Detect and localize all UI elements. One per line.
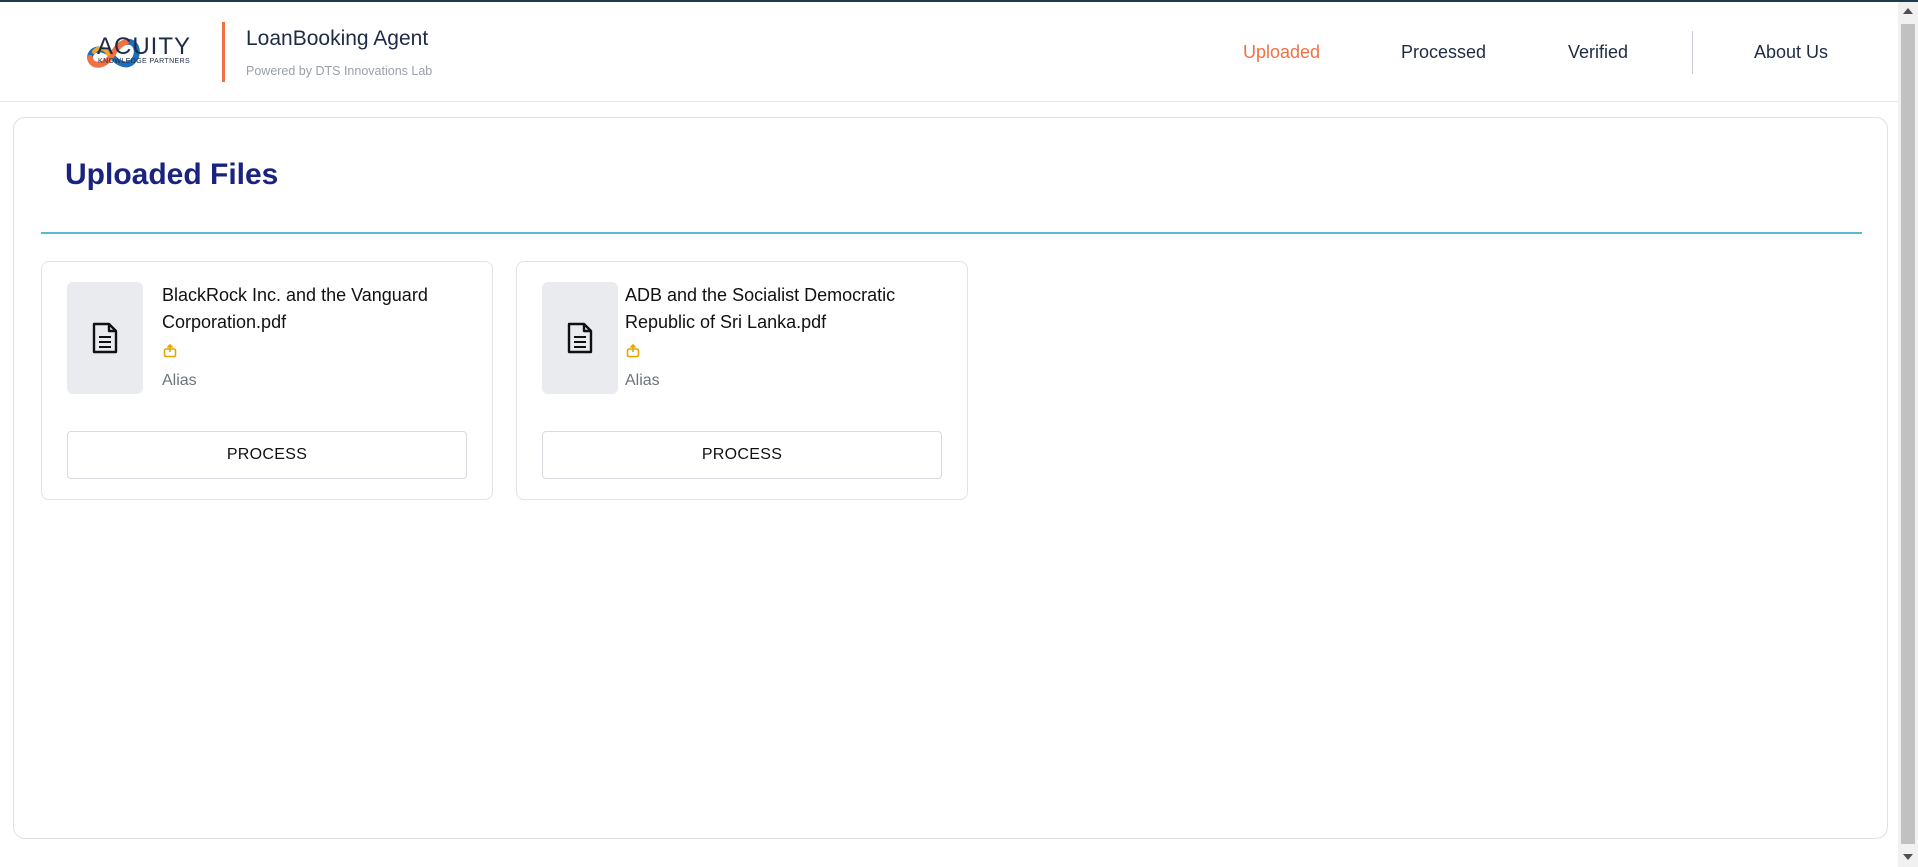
title-divider bbox=[41, 232, 1862, 234]
file-name: ADB and the Socialist Democratic Republi… bbox=[625, 285, 896, 332]
nav-about-us[interactable]: About Us bbox=[1754, 42, 1828, 63]
nav-verified[interactable]: Verified bbox=[1568, 42, 1628, 63]
document-icon bbox=[567, 322, 593, 354]
file-name: BlackRock Inc. and the Vanguard Corporat… bbox=[162, 285, 428, 332]
tag-icon[interactable] bbox=[163, 344, 177, 358]
nav-processed[interactable]: Processed bbox=[1401, 42, 1486, 63]
app-subtitle: Powered by DTS Innovations Lab bbox=[246, 64, 433, 78]
page-title: Uploaded Files bbox=[65, 158, 279, 191]
logo-tagline: KNOWLEDGE PARTNERS bbox=[98, 58, 191, 65]
file-card: BlackRock Inc. and the Vanguard Corporat… bbox=[41, 261, 493, 500]
vertical-scrollbar[interactable] bbox=[1898, 2, 1918, 867]
scrollbar-thumb[interactable] bbox=[1901, 24, 1915, 844]
uploaded-files-panel: Uploaded Files BlackRock Inc. and the Va… bbox=[13, 117, 1888, 839]
alias-label[interactable]: Alias bbox=[162, 372, 197, 390]
scroll-up-arrow-icon[interactable] bbox=[1903, 8, 1913, 14]
app-title: LoanBooking Agent bbox=[246, 27, 429, 50]
file-card: ADB and the Socialist Democratic Republi… bbox=[516, 261, 968, 500]
scroll-down-arrow-icon[interactable] bbox=[1903, 854, 1913, 860]
alias-label[interactable]: Alias bbox=[625, 372, 660, 390]
file-thumbnail bbox=[67, 282, 143, 394]
nav-separator bbox=[1692, 31, 1693, 74]
logo-wordmark: ACUITY bbox=[97, 33, 192, 60]
process-button[interactable]: PROCESS bbox=[542, 431, 942, 479]
header-divider bbox=[222, 22, 225, 82]
file-thumbnail bbox=[542, 282, 618, 394]
process-button[interactable]: PROCESS bbox=[67, 431, 467, 479]
nav-uploaded[interactable]: Uploaded bbox=[1243, 42, 1320, 63]
document-icon bbox=[92, 322, 118, 354]
tag-icon[interactable] bbox=[626, 344, 640, 358]
app-header: ACUITY KNOWLEDGE PARTNERS LoanBooking Ag… bbox=[0, 2, 1898, 102]
